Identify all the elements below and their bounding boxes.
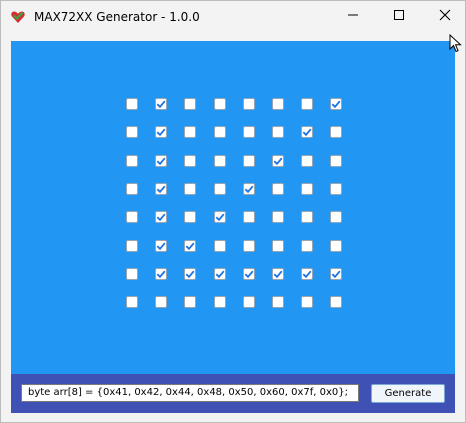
led-matrix-panel (11, 41, 455, 374)
check-icon (185, 270, 195, 279)
led-checkbox-r5-c5[interactable] (243, 211, 255, 223)
led-checkbox-r8-c5[interactable] (243, 296, 255, 308)
close-icon (439, 8, 451, 26)
led-checkbox-r3-c1[interactable] (126, 155, 138, 167)
close-button[interactable] (422, 1, 466, 33)
check-icon (156, 213, 166, 222)
led-checkbox-r4-c3[interactable] (184, 183, 196, 195)
led-checkbox-r2-c6[interactable] (272, 126, 284, 138)
maximize-icon (393, 8, 405, 26)
led-checkbox-r8-c2[interactable] (155, 296, 167, 308)
led-checkbox-r8-c4[interactable] (214, 296, 226, 308)
check-icon (156, 128, 166, 137)
title-bar[interactable]: MAX72XX Generator - 1.0.0 (1, 1, 465, 33)
led-checkbox-r7-c4[interactable] (214, 268, 226, 280)
led-checkbox-r6-c7[interactable] (301, 240, 313, 252)
led-checkbox-r8-c7[interactable] (301, 296, 313, 308)
led-checkbox-r5-c3[interactable] (184, 211, 196, 223)
check-icon (331, 100, 341, 109)
led-checkbox-r6-c8[interactable] (330, 240, 342, 252)
check-icon (273, 270, 283, 279)
led-checkbox-r5-c4[interactable] (214, 211, 226, 223)
minimize-icon (347, 8, 359, 26)
led-checkbox-r3-c3[interactable] (184, 155, 196, 167)
led-checkbox-r7-c6[interactable] (272, 268, 284, 280)
led-matrix-grid (11, 41, 455, 374)
check-icon (244, 185, 254, 194)
led-checkbox-r3-c2[interactable] (155, 155, 167, 167)
check-icon (244, 270, 254, 279)
led-checkbox-r8-c6[interactable] (272, 296, 284, 308)
check-icon (215, 270, 225, 279)
app-window: MAX72XX Generator - 1.0.0 byte arr[8] = … (0, 0, 466, 423)
led-checkbox-r6-c5[interactable] (243, 240, 255, 252)
led-checkbox-r1-c3[interactable] (184, 98, 196, 110)
led-checkbox-r3-c8[interactable] (330, 155, 342, 167)
led-checkbox-r4-c7[interactable] (301, 183, 313, 195)
led-checkbox-r7-c5[interactable] (243, 268, 255, 280)
led-checkbox-r1-c4[interactable] (214, 98, 226, 110)
led-checkbox-r4-c6[interactable] (272, 183, 284, 195)
led-checkbox-r8-c8[interactable] (330, 296, 342, 308)
check-icon (215, 213, 225, 222)
led-checkbox-r6-c4[interactable] (214, 240, 226, 252)
led-checkbox-r2-c1[interactable] (126, 126, 138, 138)
led-checkbox-r8-c3[interactable] (184, 296, 196, 308)
led-checkbox-r4-c2[interactable] (155, 183, 167, 195)
led-checkbox-r7-c8[interactable] (330, 268, 342, 280)
led-checkbox-r4-c8[interactable] (330, 183, 342, 195)
led-checkbox-r5-c7[interactable] (301, 211, 313, 223)
check-icon (156, 242, 166, 251)
led-checkbox-r1-c6[interactable] (272, 98, 284, 110)
check-icon (156, 270, 166, 279)
led-checkbox-r5-c2[interactable] (155, 211, 167, 223)
led-checkbox-r5-c8[interactable] (330, 211, 342, 223)
led-checkbox-r6-c3[interactable] (184, 240, 196, 252)
led-checkbox-r4-c4[interactable] (214, 183, 226, 195)
led-checkbox-r5-c1[interactable] (126, 211, 138, 223)
led-checkbox-r2-c8[interactable] (330, 126, 342, 138)
led-checkbox-r7-c1[interactable] (126, 268, 138, 280)
led-checkbox-r6-c2[interactable] (155, 240, 167, 252)
led-checkbox-r4-c1[interactable] (126, 183, 138, 195)
led-checkbox-r2-c5[interactable] (243, 126, 255, 138)
check-icon (156, 157, 166, 166)
check-icon (273, 157, 283, 166)
check-icon (302, 128, 312, 137)
mouse-cursor-icon (449, 33, 463, 59)
led-checkbox-r3-c7[interactable] (301, 155, 313, 167)
led-checkbox-r1-c1[interactable] (126, 98, 138, 110)
led-checkbox-r1-c7[interactable] (301, 98, 313, 110)
led-checkbox-r6-c1[interactable] (126, 240, 138, 252)
led-checkbox-r4-c5[interactable] (243, 183, 255, 195)
window-title: MAX72XX Generator - 1.0.0 (34, 10, 200, 24)
heart-icon (10, 9, 26, 25)
check-icon (302, 270, 312, 279)
minimize-button[interactable] (330, 1, 376, 33)
generate-button[interactable]: Generate (371, 384, 445, 403)
led-checkbox-r3-c4[interactable] (214, 155, 226, 167)
led-checkbox-r7-c7[interactable] (301, 268, 313, 280)
led-checkbox-r3-c5[interactable] (243, 155, 255, 167)
led-checkbox-r2-c2[interactable] (155, 126, 167, 138)
led-checkbox-r1-c5[interactable] (243, 98, 255, 110)
maximize-button[interactable] (376, 1, 422, 33)
check-icon (156, 100, 166, 109)
led-checkbox-r1-c8[interactable] (330, 98, 342, 110)
output-bar: byte arr[8] = {0x41, 0x42, 0x44, 0x48, 0… (11, 374, 455, 413)
led-checkbox-r7-c3[interactable] (184, 268, 196, 280)
check-icon (331, 270, 341, 279)
led-checkbox-r3-c6[interactable] (272, 155, 284, 167)
led-checkbox-r7-c2[interactable] (155, 268, 167, 280)
check-icon (185, 242, 195, 251)
led-checkbox-r2-c7[interactable] (301, 126, 313, 138)
led-checkbox-r1-c2[interactable] (155, 98, 167, 110)
led-checkbox-r8-c1[interactable] (126, 296, 138, 308)
led-checkbox-r2-c3[interactable] (184, 126, 196, 138)
led-checkbox-r6-c6[interactable] (272, 240, 284, 252)
led-checkbox-r2-c4[interactable] (214, 126, 226, 138)
code-output-field[interactable]: byte arr[8] = {0x41, 0x42, 0x44, 0x48, 0… (21, 384, 359, 402)
check-icon (156, 185, 166, 194)
led-checkbox-r5-c6[interactable] (272, 211, 284, 223)
